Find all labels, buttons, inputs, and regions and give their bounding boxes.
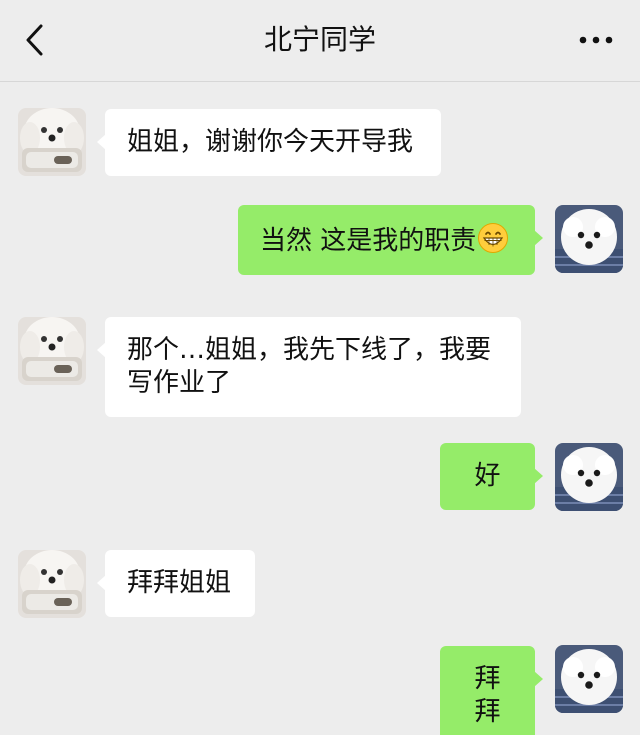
my-avatar[interactable] [555, 205, 623, 273]
chat-screen: 北宁同学 姐姐，谢谢你今天开导我 当然 这是我的职责 那个…姐姐，我先下线了，我… [0, 0, 640, 735]
message-bubble-received[interactable]: 拜拜姐姐 [97, 550, 255, 617]
message-bubble-sent[interactable]: 好 [440, 443, 543, 510]
message-bubble-sent[interactable]: 拜拜 [440, 646, 543, 735]
message-text: 当然 这是我的职责 [260, 226, 477, 256]
grinning-face-icon [478, 223, 509, 253]
white-dog-avatar-image [555, 205, 623, 273]
contact-avatar[interactable] [18, 550, 86, 618]
dog-avatar-image [18, 108, 86, 176]
dog-avatar-image [18, 550, 86, 618]
message-bubble-sent[interactable]: 当然 这是我的职责 [238, 205, 543, 275]
white-dog-avatar-image [555, 443, 623, 511]
message-bubble-received[interactable]: 那个…姐姐，我先下线了，我要写作业了 [97, 317, 521, 417]
my-avatar[interactable] [555, 645, 623, 713]
chat-title: 北宁同学 [263, 23, 376, 56]
more-dots-icon [579, 36, 613, 44]
contact-avatar[interactable] [18, 317, 86, 385]
dog-avatar-image [18, 317, 86, 385]
message-bubble-received[interactable]: 姐姐，谢谢你今天开导我 [97, 109, 441, 176]
my-avatar[interactable] [555, 443, 623, 511]
contact-avatar[interactable] [18, 108, 86, 176]
white-dog-avatar-image [555, 645, 623, 713]
more-button[interactable] [576, 24, 616, 56]
chat-header: 北宁同学 [0, 0, 640, 82]
